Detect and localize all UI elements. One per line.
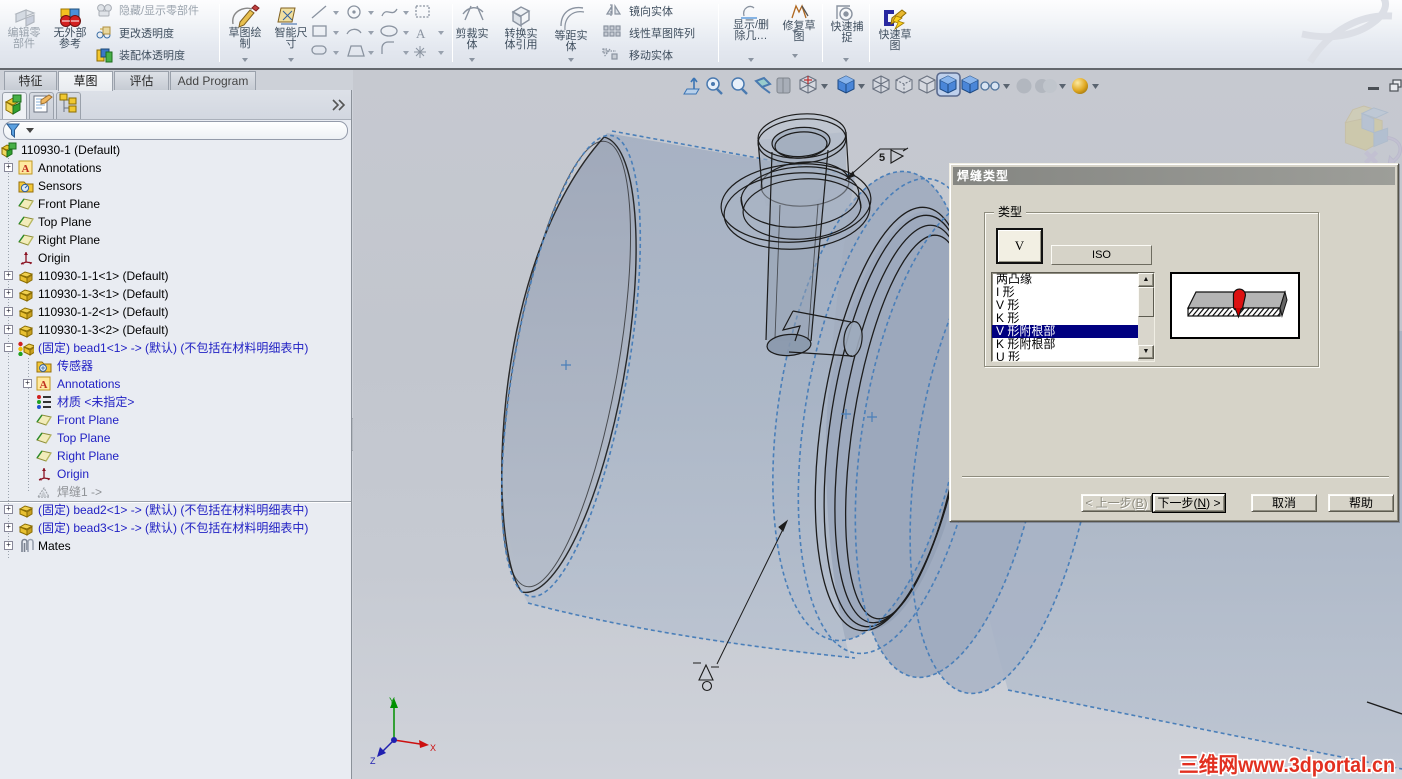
svg-text:A: A (22, 163, 30, 175)
svg-text:A: A (416, 26, 426, 41)
svg-text:X: X (430, 743, 436, 753)
svg-text:Y: Y (389, 696, 395, 706)
svg-text:Z: Z (370, 756, 376, 766)
svg-text:三维网www.3dportal.cn: 三维网www.3dportal.cn (1179, 749, 1395, 779)
svg-text:5: 5 (879, 152, 885, 164)
svg-text:A: A (40, 379, 48, 391)
